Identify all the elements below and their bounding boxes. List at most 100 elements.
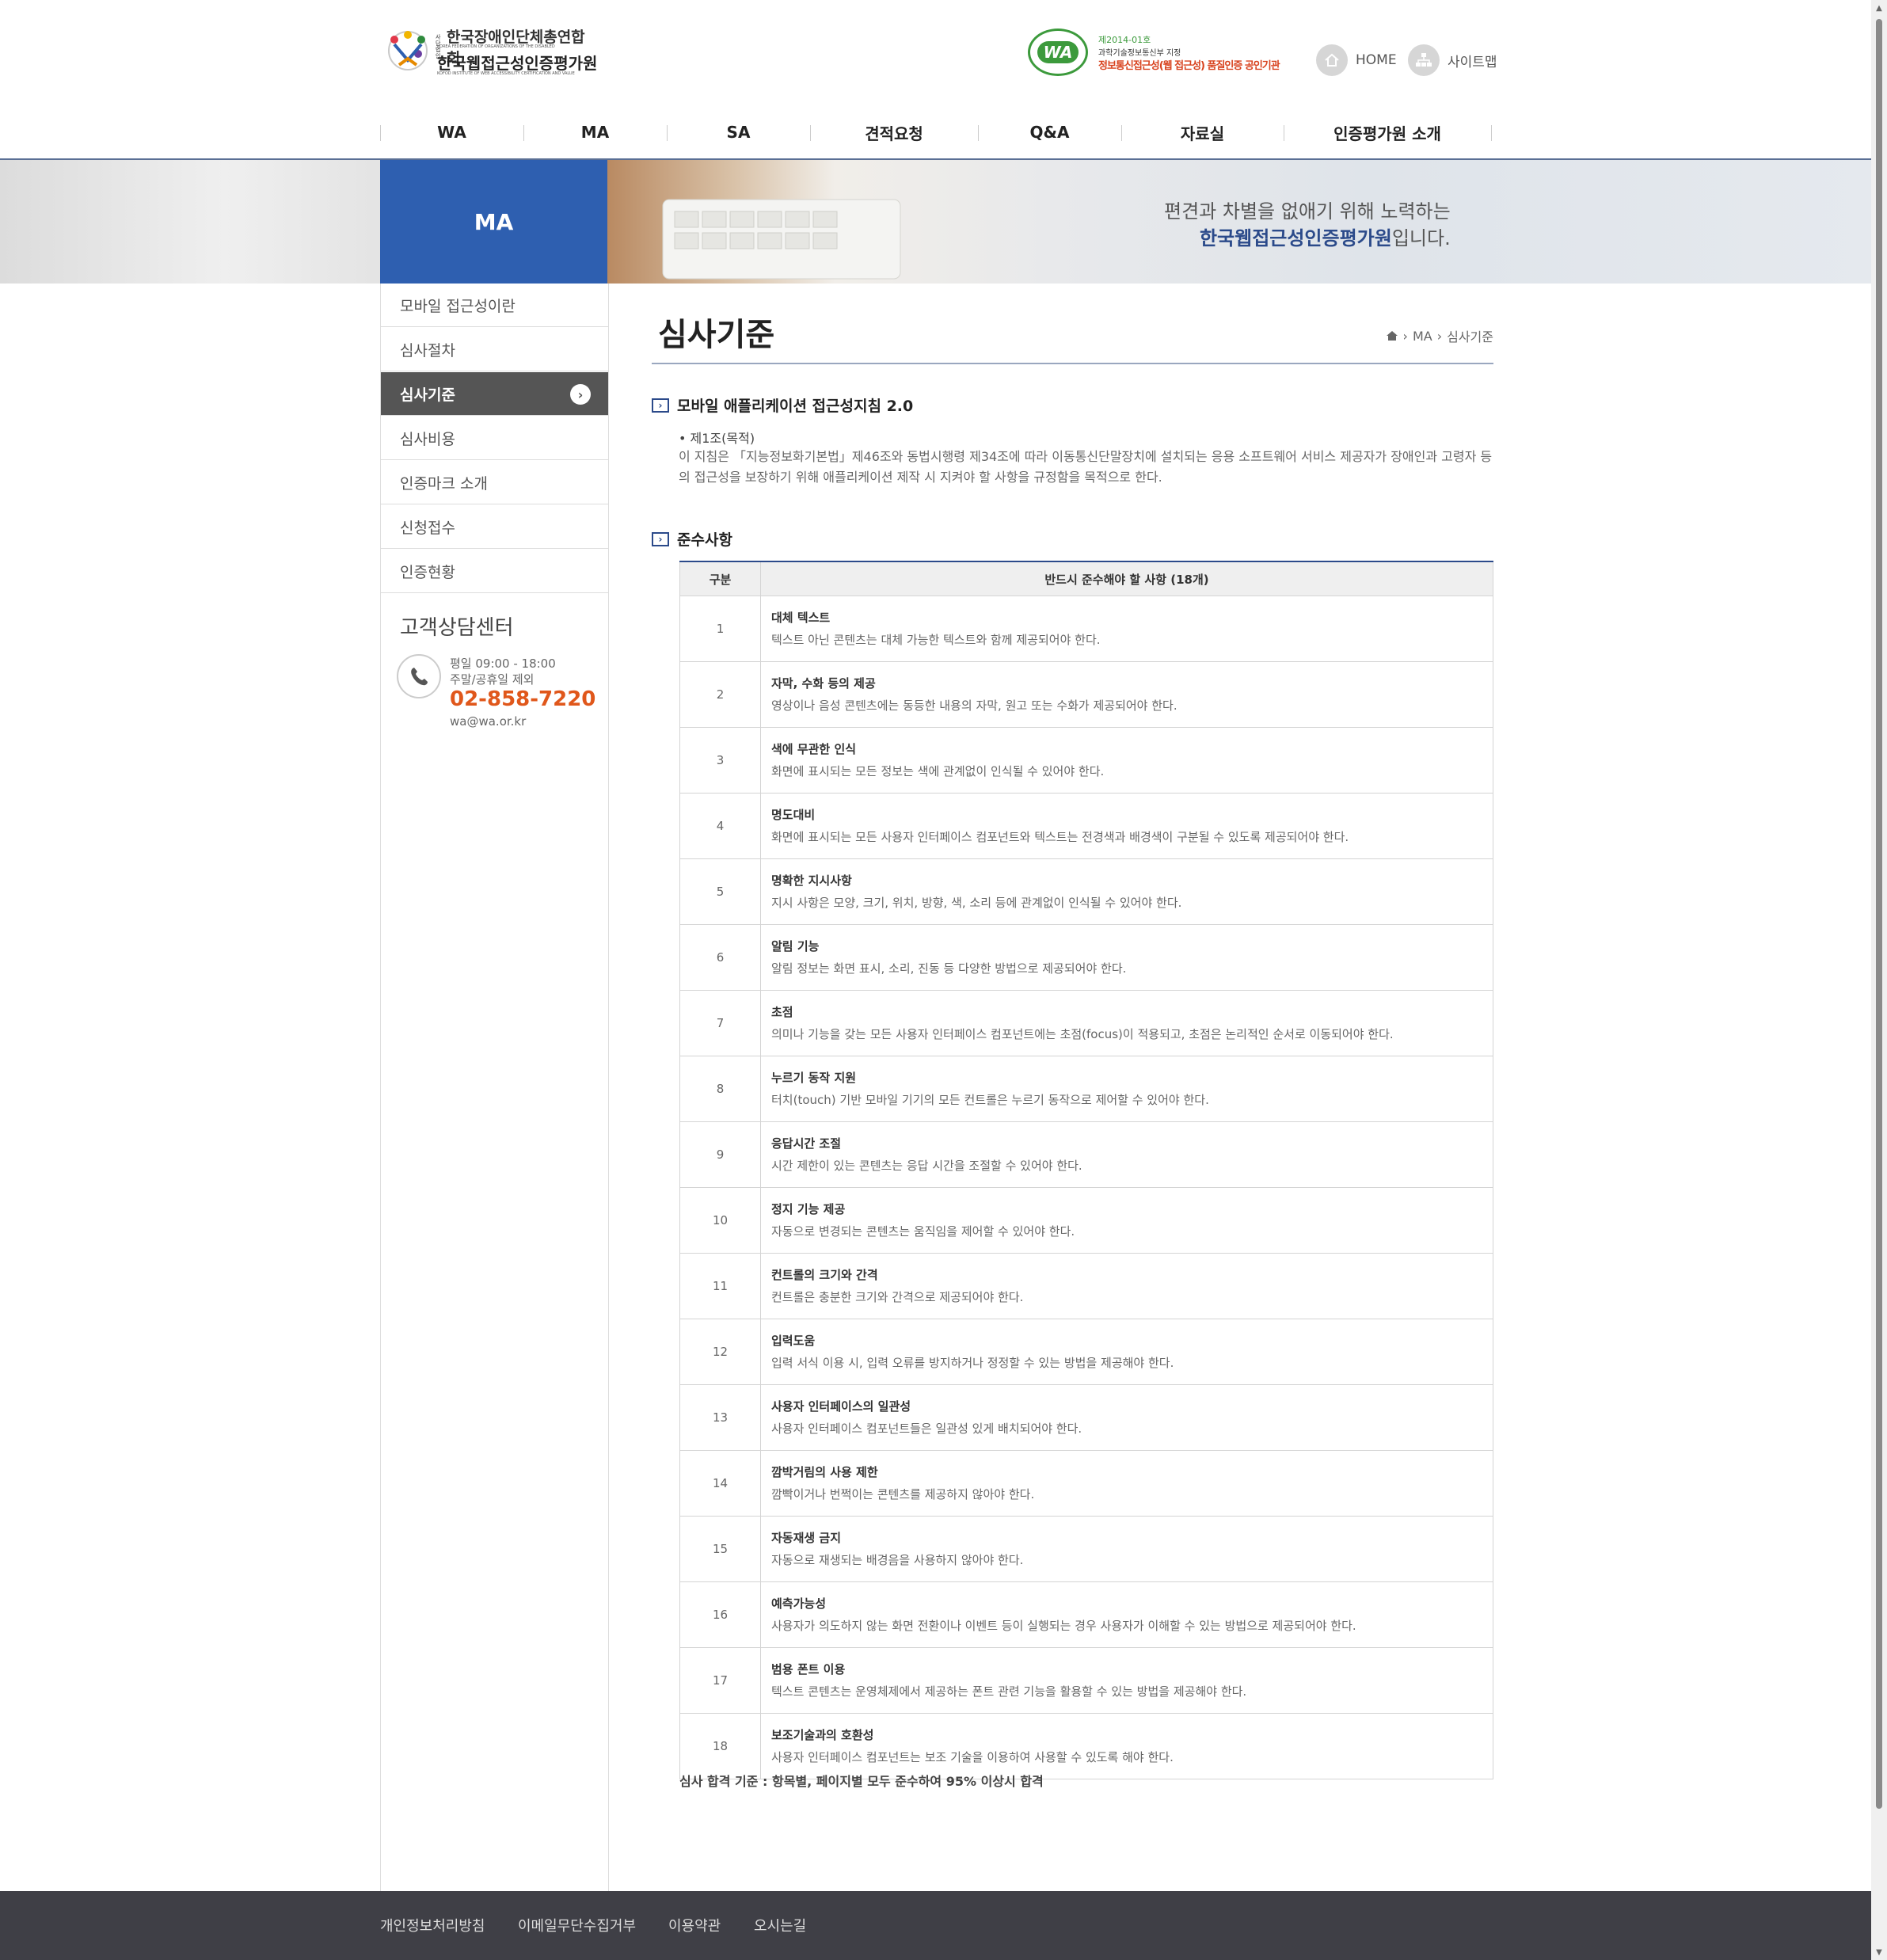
table-row: 4 명도대비 화면에 표시되는 모든 사용자 인터페이스 컴포넌트와 텍스트는 전경…	[679, 793, 1493, 859]
table-row: 8 누르기 동작 지원 터치(touch) 기반 모바일 기기의 모든 컨트롤은 누…	[679, 1056, 1493, 1122]
requirement-title: 깜박거림의 사용 제한	[771, 1465, 878, 1479]
requirement-description: 자동으로 변경되는 콘텐츠는 움직임을 제어할 수 있어야 한다.	[771, 1224, 1075, 1239]
breadcrumb-item[interactable]: MA	[1413, 329, 1432, 344]
arrow-box-icon: ›	[652, 398, 669, 413]
requirement-title: 예측가능성	[771, 1597, 827, 1611]
pass-criteria-note: 심사 합격 기준 : 항목별, 페이지별 모두 준수하여 95% 이상시 합격	[679, 1774, 1044, 1789]
vertical-scrollbar[interactable]: ▲ ▼	[1871, 0, 1887, 1960]
requirement-description: 깜빡이거나 번쩍이는 콘텐츠를 제공하지 않아야 한다.	[771, 1487, 1035, 1501]
requirement-description: 입력 서식 이용 시, 입력 오류를 방지하거나 정정할 수 있는 방법을 제공…	[771, 1356, 1174, 1370]
row-requirement: 정지 기능 제공 자동으로 변경되는 콘텐츠는 움직임을 제어할 수 있어야 한다…	[760, 1187, 1493, 1254]
row-requirement: 범용 폰트 이용 텍스트 콘텐츠는 운영체제에서 제공하는 폰트 관련 기능을 활…	[760, 1647, 1493, 1714]
requirement-description: 화면에 표시되는 모든 사용자 인터페이스 컴포넌트와 텍스트는 전경색과 배경…	[771, 830, 1349, 844]
requirement-title: 초점	[771, 1005, 793, 1019]
table-row: 18 보조기술과의 호환성 사용자 인터페이스 컴포넌트는 보조 기술을 이용하여 …	[679, 1713, 1493, 1779]
customer-center-title: 고객상담센터	[400, 616, 514, 640]
footer-link-email-refusal[interactable]: 이메일무단수집거부	[518, 1915, 636, 1935]
requirement-title: 명확한 지시사항	[771, 873, 852, 888]
lnb-item-mark[interactable]: 인증마크 소개	[381, 461, 608, 504]
row-requirement: 입력도움 입력 서식 이용 시, 입력 오류를 방지하거나 정정할 수 있는 방법…	[760, 1319, 1493, 1385]
scrollbar-thumb[interactable]	[1876, 19, 1882, 1809]
logo-institute-name-en: KOFOD INSTITUTE OF WEB ACCESSIBILITY CER…	[437, 71, 575, 76]
requirement-title: 누르기 동작 지원	[771, 1071, 857, 1085]
home-link[interactable]: HOME	[1316, 44, 1397, 76]
gnb-item-qna[interactable]: Q&A	[978, 106, 1121, 158]
customer-center-email[interactable]: wa@wa.or.kr	[450, 714, 526, 729]
table-row: 6 알림 기능 알림 정보는 화면 표시, 소리, 진동 등 다양한 방법으로 제공…	[679, 924, 1493, 991]
gnb-item-sa[interactable]: SA	[667, 106, 810, 158]
requirement-description: 터치(touch) 기반 모바일 기기의 모든 컨트롤은 누르기 동작으로 제어…	[771, 1093, 1209, 1107]
cert-description: 정보통신접근성(웹 접근성) 품질인증 공인기관	[1098, 60, 1280, 72]
home-link-label: HOME	[1356, 52, 1397, 68]
table-row: 17 범용 폰트 이용 텍스트 콘텐츠는 운영체제에서 제공하는 폰트 관련 기능을…	[679, 1647, 1493, 1714]
section-heading-label: 모바일 애플리케이션 접근성지침 2.0	[677, 398, 914, 415]
lnb-item-cost[interactable]: 심사비용	[381, 417, 608, 460]
row-number: 14	[679, 1450, 761, 1517]
row-number: 6	[679, 924, 761, 991]
row-number: 7	[679, 990, 761, 1056]
breadcrumb: › MA › 심사기준	[1386, 326, 1493, 345]
footer-link-directions[interactable]: 오시는길	[754, 1915, 806, 1935]
gnb-item-archive[interactable]: 자료실	[1121, 106, 1284, 158]
requirement-title: 컨트롤의 크기와 간격	[771, 1268, 878, 1282]
gnb-item-wa[interactable]: WA	[380, 106, 523, 158]
requirement-description: 지시 사항은 모양, 크기, 위치, 방향, 색, 소리 등에 관계없이 인식될…	[771, 896, 1182, 910]
lnb-item-criteria[interactable]: 심사기준 ›	[381, 372, 608, 416]
home-icon[interactable]	[1386, 330, 1398, 341]
gnb-item-about[interactable]: 인증평가원 소개	[1284, 106, 1491, 158]
footer-link-terms[interactable]: 이용약관	[668, 1915, 721, 1935]
table-row: 2 자막, 수화 등의 제공 영상이나 음성 콘텐츠에는 동등한 내용의 자막, 원…	[679, 661, 1493, 728]
row-requirement: 컨트롤의 크기와 간격컨트롤은 충분한 크기와 간격으로 제공되어야 한다.	[760, 1253, 1493, 1319]
requirement-description: 의미나 기능을 갖는 모든 사용자 인터페이스 컴포넌트에는 초점(focus)…	[771, 1027, 1394, 1041]
scroll-down-icon[interactable]: ▼	[1871, 1944, 1887, 1960]
row-number: 2	[679, 661, 761, 728]
table-row: 1 대체 텍스트 텍스트 아닌 콘텐츠는 대체 가능한 텍스트와 함께 제공되어야 …	[679, 596, 1493, 662]
table-row: 13 사용자 인터페이스의 일관성 사용자 인터페이스 컴포넌트들은 일관성 있게 …	[679, 1384, 1493, 1451]
table-row: 10 정지 기능 제공 자동으로 변경되는 콘텐츠는 움직임을 제어할 수 있어야 …	[679, 1187, 1493, 1254]
row-number: 17	[679, 1647, 761, 1714]
row-requirement: 누르기 동작 지원터치(touch) 기반 모바일 기기의 모든 컨트롤은 누르…	[760, 1056, 1493, 1122]
table-row: 16 예측가능성 사용자가 의도하지 않는 화면 전환이나 이벤트 등이 실행되는 …	[679, 1581, 1493, 1648]
gnb-divider	[1491, 125, 1492, 141]
lnb-item-mobile-accessibility[interactable]: 모바일 접근성이란	[381, 284, 608, 327]
row-requirement: 깜박거림의 사용 제한깜빡이거나 번쩍이는 콘텐츠를 제공하지 않아야 한다.	[760, 1450, 1493, 1517]
requirement-title: 대체 텍스트	[771, 611, 831, 625]
row-number: 16	[679, 1581, 761, 1648]
gnb-item-ma[interactable]: MA	[523, 106, 667, 158]
table-row: 14 깜박거림의 사용 제한 깜빡이거나 번쩍이는 콘텐츠를 제공하지 않아야 한다…	[679, 1450, 1493, 1517]
table-row: 11 컨트롤의 크기와 간격 컨트롤은 충분한 크기와 간격으로 제공되어야 한다.	[679, 1253, 1493, 1319]
row-requirement: 색에 무관한 인식 화면에 표시되는 모든 정보는 색에 관계없이 인식될 수 있…	[760, 727, 1493, 794]
row-requirement: 명확한 지시사항지시 사항은 모양, 크기, 위치, 방향, 색, 소리 등에 …	[760, 858, 1493, 925]
logo-emblem-icon	[388, 31, 428, 70]
requirement-description: 사용자 인터페이스 컴포넌트는 보조 기술을 이용하여 사용할 수 있도록 해야…	[771, 1750, 1174, 1764]
lnb-item-procedure[interactable]: 심사절차	[381, 328, 608, 371]
slogan: 편견과 차별을 없애기 위해 노력하는 한국웹접근성인증평가원입니다.	[1164, 198, 1451, 252]
section-heading-compliance: › 준수사항	[652, 528, 732, 550]
scroll-up-icon[interactable]: ▲	[1871, 0, 1887, 16]
keyboard-illustration-icon	[662, 199, 901, 280]
row-number: 11	[679, 1253, 761, 1319]
site-logo[interactable]: 사단법인 한국장애인단체총연합회 KOREA FEDERATION OF ORG…	[383, 24, 597, 81]
sitemap-link[interactable]: 사이트맵	[1408, 44, 1497, 76]
footer-link-privacy[interactable]: 개인정보처리방침	[380, 1915, 485, 1935]
requirement-title: 자막, 수화 등의 제공	[771, 676, 876, 691]
requirement-description: 시간 제한이 있는 콘텐츠는 응답 시간을 조절할 수 있어야 한다.	[771, 1159, 1082, 1173]
lnb-item-apply[interactable]: 신청접수	[381, 505, 608, 549]
table-row: 15 자동재생 금지 자동으로 재생되는 배경음을 사용하지 않아야 한다.	[679, 1516, 1493, 1582]
gnb-item-estimate[interactable]: 견적요청	[810, 106, 978, 158]
logo-institute-name: 한국웹접근성인증평가원	[437, 54, 598, 73]
site-footer: 개인정보처리방침 이메일무단수집거부 이용약관 오시는길	[0, 1891, 1871, 1960]
cert-ministry: 과학기술정보통신부 지정	[1098, 49, 1181, 58]
chevron-right-icon: ›	[1436, 328, 1443, 344]
lnb-item-status[interactable]: 인증현황	[381, 550, 608, 593]
section-title: MA	[380, 160, 607, 284]
slogan-line2: 한국웹접근성인증평가원입니다.	[1164, 225, 1451, 252]
chevron-right-icon: ›	[1402, 328, 1408, 344]
logo-org-name-en: KOREA FEDERATION OF ORGANIZATIONS OF THE…	[437, 44, 555, 49]
requirement-title: 사용자 인터페이스의 일관성	[771, 1399, 911, 1414]
row-requirement: 초점의미나 기능을 갖는 모든 사용자 인터페이스 컴포넌트에는 초점(focu…	[760, 990, 1493, 1056]
column-header-no: 구분	[679, 561, 761, 596]
slogan-tail: 입니다.	[1391, 227, 1451, 249]
requirement-description: 컨트롤은 충분한 크기와 간격으로 제공되어야 한다.	[771, 1290, 1024, 1304]
row-number: 10	[679, 1187, 761, 1254]
